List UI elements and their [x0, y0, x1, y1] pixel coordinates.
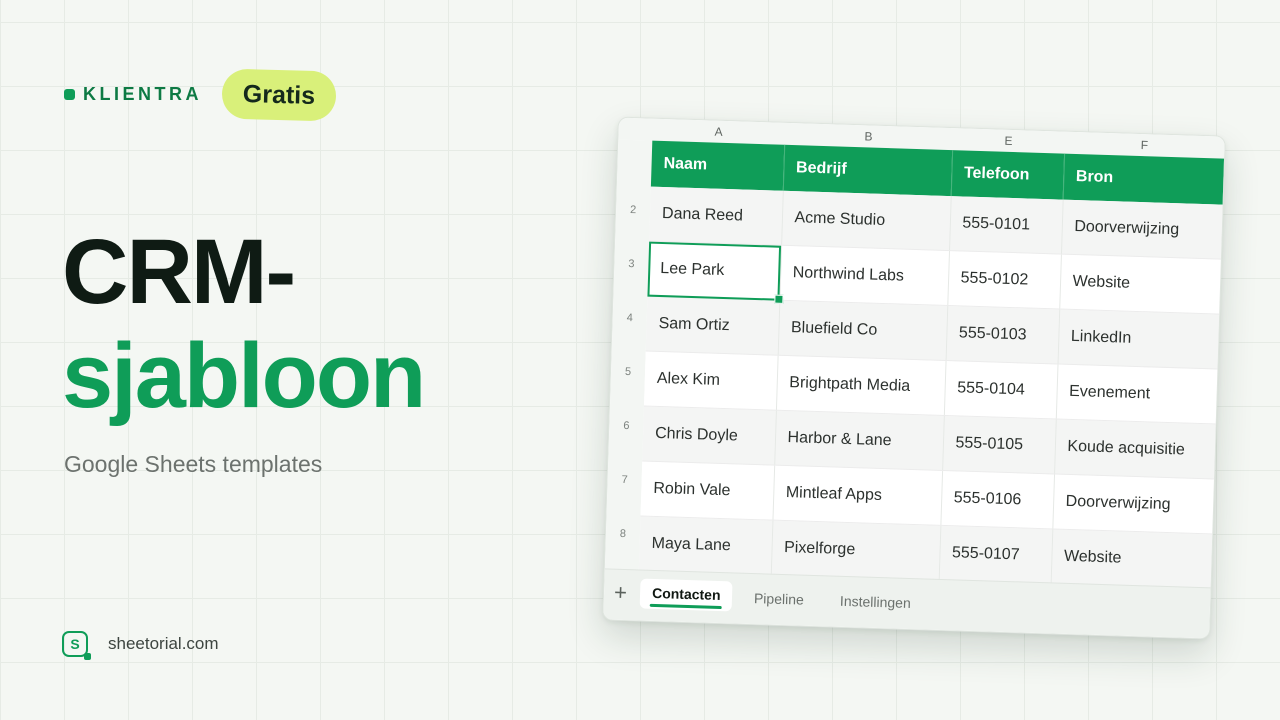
header-source[interactable]: Bron: [1062, 153, 1225, 205]
row-number[interactable]: 7: [607, 473, 641, 486]
footer-site-link[interactable]: sheetorial.com: [108, 634, 219, 654]
hero-subtitle: Google Sheets templates: [64, 451, 323, 477]
cell-source[interactable]: LinkedIn: [1057, 309, 1220, 370]
cell-source[interactable]: Koude acquisitie: [1054, 418, 1216, 479]
sheetorial-logo-icon: S: [62, 631, 91, 660]
cell-company[interactable]: Bluefield Co: [777, 300, 948, 361]
cell-source[interactable]: Website: [1050, 528, 1213, 589]
column-letter[interactable]: F: [1064, 136, 1224, 155]
column-letter[interactable]: E: [952, 132, 1064, 150]
tab-contacten[interactable]: Contacten: [639, 578, 733, 612]
contacts-table: Naam Bedrijf Telefoon Bron Dana Reed Acm…: [638, 140, 1225, 590]
cell-name[interactable]: Maya Lane: [638, 515, 773, 576]
hero-title-line-2: sjabloon: [62, 325, 426, 427]
row-number[interactable]: 4: [613, 312, 647, 325]
cell-name-selected[interactable]: Lee Park: [647, 241, 782, 301]
row-number[interactable]: 3: [614, 258, 648, 271]
cell-company[interactable]: Acme Studio: [781, 190, 951, 251]
cell-phone[interactable]: 555-0107: [938, 525, 1053, 584]
cell-phone[interactable]: 555-0104: [943, 360, 1058, 419]
column-letter[interactable]: A: [652, 123, 784, 141]
cell-company[interactable]: Harbor & Lane: [774, 410, 944, 471]
free-badge: Gratis: [221, 68, 337, 122]
cell-company[interactable]: Mintleaf Apps: [772, 465, 943, 526]
header-company[interactable]: Bedrijf: [782, 144, 953, 197]
cell-phone[interactable]: 555-0106: [940, 470, 1055, 529]
tab-instellingen[interactable]: Instellingen: [840, 593, 911, 611]
column-letter[interactable]: B: [784, 127, 952, 146]
header-phone[interactable]: Telefoon: [950, 150, 1065, 200]
brand-name: KLIENTRA: [83, 84, 202, 104]
cell-name[interactable]: Dana Reed: [649, 186, 783, 246]
row-number[interactable]: 8: [606, 527, 640, 540]
row-number[interactable]: 2: [616, 204, 650, 217]
hero-title-line-1: CRM-: [62, 221, 296, 323]
row-number[interactable]: 6: [609, 419, 643, 432]
cell-name[interactable]: Alex Kim: [643, 351, 778, 411]
header-name[interactable]: Naam: [650, 140, 785, 191]
cell-name[interactable]: Chris Doyle: [642, 406, 776, 466]
cell-phone[interactable]: 555-0102: [947, 250, 1061, 310]
cell-source[interactable]: Doorverwijzing: [1052, 473, 1214, 534]
cell-source[interactable]: Doorverwijzing: [1060, 199, 1223, 260]
footer: S sheetorial.com: [62, 631, 219, 660]
cell-source[interactable]: Website: [1059, 254, 1221, 315]
cell-company[interactable]: Pixelforge: [770, 520, 941, 581]
cell-company[interactable]: Northwind Labs: [779, 245, 950, 306]
cell-phone[interactable]: 555-0105: [942, 415, 1056, 474]
spreadsheet-preview: A B E F 2 3 4 5 6 7 8 Naam Bedrijf Telef…: [602, 116, 1226, 640]
cell-phone[interactable]: 555-0101: [949, 196, 1063, 255]
row-number[interactable]: 5: [611, 365, 645, 378]
cell-name[interactable]: Sam Ortiz: [645, 296, 780, 356]
tab-pipeline[interactable]: Pipeline: [754, 590, 804, 608]
brand-logo: KLIENTRA: [64, 84, 202, 105]
plus-icon[interactable]: +: [614, 580, 628, 606]
cell-company[interactable]: Brightpath Media: [775, 355, 946, 416]
brand-dot-icon: [64, 89, 75, 100]
cell-phone[interactable]: 555-0103: [945, 305, 1060, 365]
cell-name[interactable]: Robin Vale: [640, 461, 775, 521]
cell-source[interactable]: Evenement: [1055, 364, 1218, 424]
